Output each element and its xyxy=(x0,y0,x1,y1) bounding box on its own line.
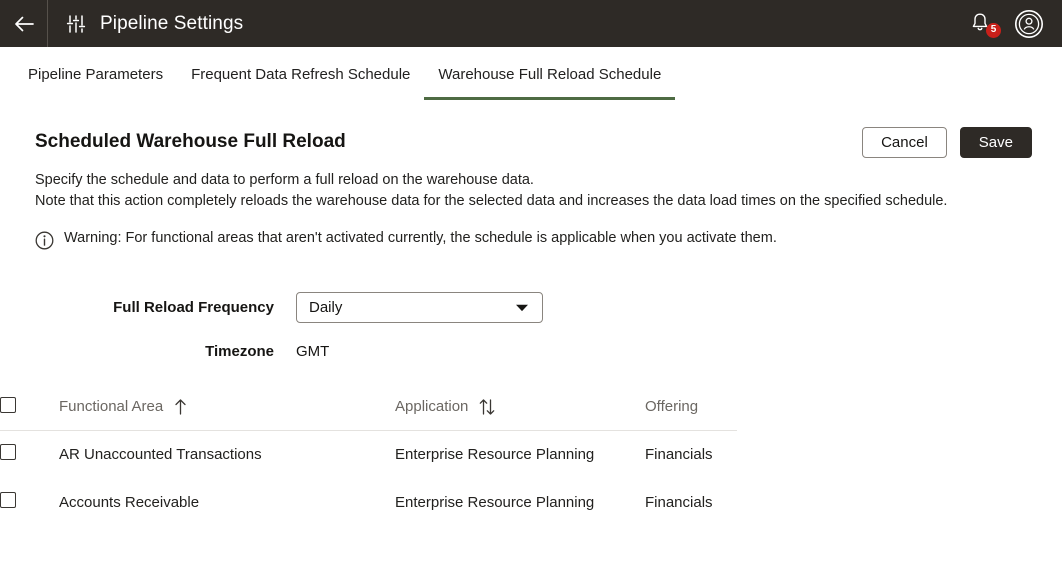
page-action-buttons: Cancel Save xyxy=(862,127,1032,158)
sliders-icon xyxy=(66,14,86,34)
app-brand: Pipeline Settings xyxy=(48,13,243,35)
tab-frequent-data-refresh-schedule[interactable]: Frequent Data Refresh Schedule xyxy=(177,47,424,100)
table-header-row: Functional Area Application xyxy=(0,388,737,430)
row-select-cell xyxy=(0,478,59,526)
page-title-row: Scheduled Warehouse Full Reload Cancel S… xyxy=(0,102,1062,162)
table-row[interactable]: Accounts Receivable Enterprise Resource … xyxy=(0,478,737,526)
frequency-row: Full Reload Frequency Daily xyxy=(0,292,1062,323)
cell-functional-area: Accounts Receivable xyxy=(59,478,395,526)
frequency-selected-value: Daily xyxy=(309,299,342,316)
back-button[interactable] xyxy=(0,0,47,47)
sort-ascending-icon[interactable] xyxy=(174,398,187,415)
notification-count-badge: 5 xyxy=(986,23,1001,38)
table-body: AR Unaccounted Transactions Enterprise R… xyxy=(0,430,737,526)
page-description: Specify the schedule and data to perform… xyxy=(0,162,1010,212)
row-checkbox[interactable] xyxy=(0,444,16,460)
page-content: Scheduled Warehouse Full Reload Cancel S… xyxy=(0,102,1062,526)
sort-unsorted-icon[interactable] xyxy=(479,398,495,415)
frequency-label: Full Reload Frequency xyxy=(0,299,296,316)
warning-text: Warning: For functional areas that aren'… xyxy=(64,230,777,246)
column-header-offering[interactable]: Offering xyxy=(645,388,737,430)
tab-warehouse-full-reload-schedule[interactable]: Warehouse Full Reload Schedule xyxy=(424,47,675,100)
row-select-cell xyxy=(0,430,59,478)
page-title: Scheduled Warehouse Full Reload xyxy=(35,131,346,153)
row-checkbox[interactable] xyxy=(0,492,16,508)
description-line-2: Note that this action completely reloads… xyxy=(35,191,975,212)
select-all-header xyxy=(0,388,59,430)
cell-offering: Financials xyxy=(645,478,737,526)
column-header-functional-area[interactable]: Functional Area xyxy=(59,388,395,430)
frequency-select[interactable]: Daily xyxy=(296,292,543,323)
arrow-left-icon xyxy=(13,13,35,35)
cell-application: Enterprise Resource Planning xyxy=(395,478,645,526)
table-row[interactable]: AR Unaccounted Transactions Enterprise R… xyxy=(0,430,737,478)
column-label-offering: Offering xyxy=(645,398,698,415)
column-label-application: Application xyxy=(395,398,468,415)
cell-functional-area: AR Unaccounted Transactions xyxy=(59,430,395,478)
cancel-button[interactable]: Cancel xyxy=(862,127,947,158)
chevron-down-icon xyxy=(515,303,529,312)
cell-offering: Financials xyxy=(645,430,737,478)
cell-application: Enterprise Resource Planning xyxy=(395,430,645,478)
functional-area-table: Functional Area Application xyxy=(0,388,737,526)
column-header-application[interactable]: Application xyxy=(395,388,645,430)
notifications-button[interactable]: 5 xyxy=(968,11,992,37)
tab-bar: Pipeline Parameters Frequent Data Refres… xyxy=(0,47,1062,102)
functional-area-table-container: Functional Area Application xyxy=(0,388,737,526)
timezone-label: Timezone xyxy=(0,343,296,360)
description-line-1: Specify the schedule and data to perform… xyxy=(35,170,975,191)
user-avatar-button[interactable] xyxy=(1014,9,1044,39)
timezone-value: GMT xyxy=(296,343,329,360)
user-avatar-icon xyxy=(1014,9,1044,39)
column-label-functional-area: Functional Area xyxy=(59,398,163,415)
select-all-checkbox[interactable] xyxy=(0,397,16,413)
tab-pipeline-parameters[interactable]: Pipeline Parameters xyxy=(14,47,177,100)
header-actions: 5 xyxy=(968,9,1062,39)
warning-message: Warning: For functional areas that aren'… xyxy=(0,212,1062,250)
schedule-form: Full Reload Frequency Daily Timezone GMT xyxy=(0,250,1062,360)
timezone-row: Timezone GMT xyxy=(0,343,1062,360)
info-circle-icon xyxy=(35,231,54,250)
app-title: Pipeline Settings xyxy=(100,13,243,35)
table-header: Functional Area Application xyxy=(0,388,737,430)
save-button[interactable]: Save xyxy=(960,127,1032,158)
app-header-bar: Pipeline Settings 5 xyxy=(0,0,1062,47)
